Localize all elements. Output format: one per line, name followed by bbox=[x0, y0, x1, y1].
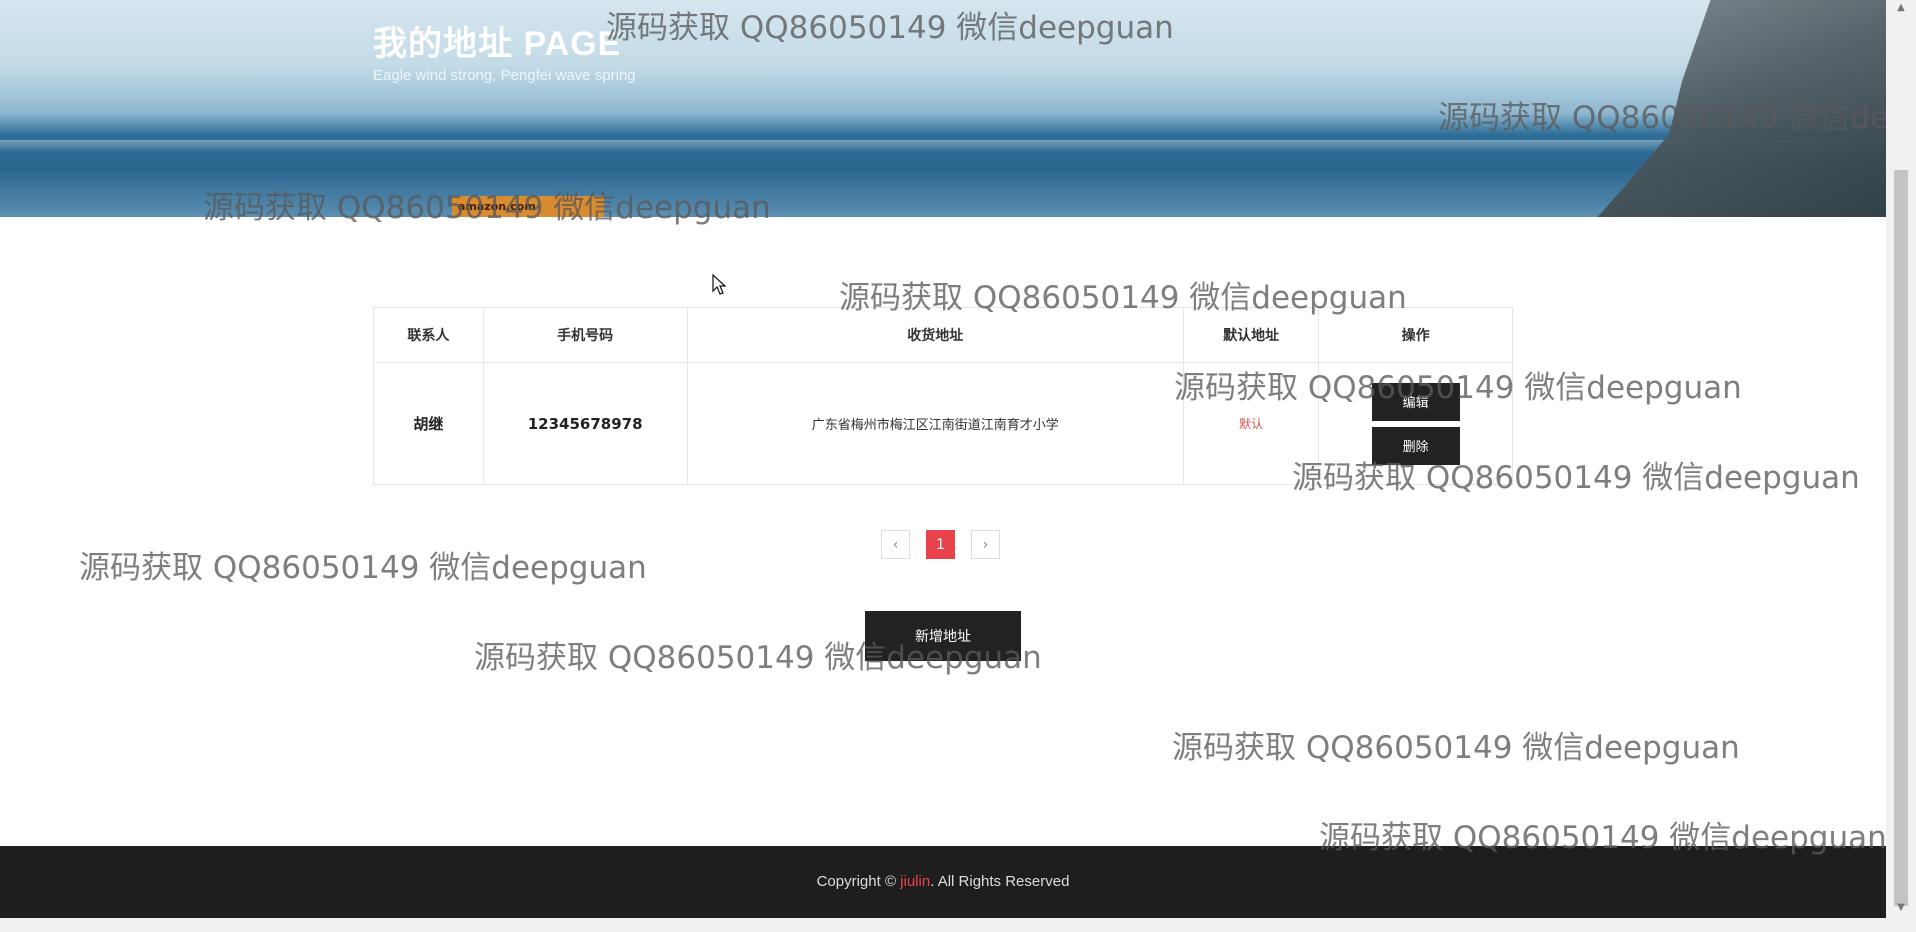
watermark: 源码获取 QQ86050149 微信deepguan bbox=[79, 550, 647, 586]
scroll-up-icon[interactable]: ▲ bbox=[1886, 0, 1916, 16]
delete-button[interactable]: 删除 bbox=[1371, 426, 1460, 465]
footer-brand-link[interactable]: jiulin bbox=[900, 873, 930, 890]
page-banner: amazon.com 我的地址 PAGE Eagle wind strong, … bbox=[0, 0, 1886, 217]
default-address-badge: 默认 bbox=[1182, 362, 1320, 485]
scroll-down-icon[interactable]: ▼ bbox=[1886, 900, 1916, 916]
banner-badge-text: amazon.com bbox=[458, 200, 536, 213]
page-subtitle: Eagle wind strong, Pengfei wave spring bbox=[373, 67, 636, 84]
page-1-button[interactable]: 1 bbox=[926, 530, 955, 559]
banner-badge: amazon.com bbox=[452, 196, 604, 217]
col-header-actions: 操作 bbox=[1318, 307, 1513, 363]
page: amazon.com 我的地址 PAGE Eagle wind strong, … bbox=[0, 0, 1916, 932]
prev-page-button[interactable]: ‹ bbox=[881, 530, 910, 559]
horizontal-scrollbar[interactable] bbox=[0, 918, 1886, 932]
footer-suffix: . All Rights Reserved bbox=[930, 873, 1070, 890]
pagination: ‹ 1 › bbox=[881, 530, 1000, 559]
col-header-phone: 手机号码 bbox=[482, 307, 688, 363]
col-header-contact: 联系人 bbox=[373, 307, 484, 363]
watermark: 源码获取 QQ86050149 微信deepguan bbox=[1172, 730, 1740, 766]
page-title: 我的地址 PAGE bbox=[373, 25, 622, 63]
col-header-address: 收货地址 bbox=[686, 307, 1184, 363]
shipping-address: 广东省梅州市梅江区江南街道江南育才小学 bbox=[686, 362, 1184, 485]
row-actions: 编辑 删除 bbox=[1318, 362, 1513, 485]
add-address-button[interactable]: 新增地址 bbox=[865, 611, 1021, 661]
scrollbar-thumb[interactable] bbox=[1894, 170, 1908, 906]
address-table: 联系人 手机号码 收货地址 默认地址 操作 胡继 12345678978 广东省… bbox=[373, 307, 1513, 485]
banner-horizon bbox=[0, 140, 1886, 152]
table-header-row: 联系人 手机号码 收货地址 默认地址 操作 bbox=[373, 307, 1513, 363]
table-row: 胡继 12345678978 广东省梅州市梅江区江南街道江南育才小学 默认 编辑… bbox=[373, 362, 1513, 485]
footer-prefix: Copyright © bbox=[816, 873, 901, 890]
next-page-button[interactable]: › bbox=[971, 530, 1000, 559]
mouse-cursor-icon bbox=[712, 274, 727, 295]
banner-rock-image bbox=[1586, 0, 1886, 217]
footer: Copyright © jiulin. All Rights Reserved bbox=[0, 846, 1886, 918]
edit-button[interactable]: 编辑 bbox=[1371, 382, 1460, 421]
col-header-default: 默认地址 bbox=[1182, 307, 1320, 363]
contact-phone: 12345678978 bbox=[482, 362, 688, 485]
contact-name: 胡继 bbox=[373, 362, 484, 485]
vertical-scrollbar[interactable]: ▲ ▼ bbox=[1886, 0, 1916, 932]
